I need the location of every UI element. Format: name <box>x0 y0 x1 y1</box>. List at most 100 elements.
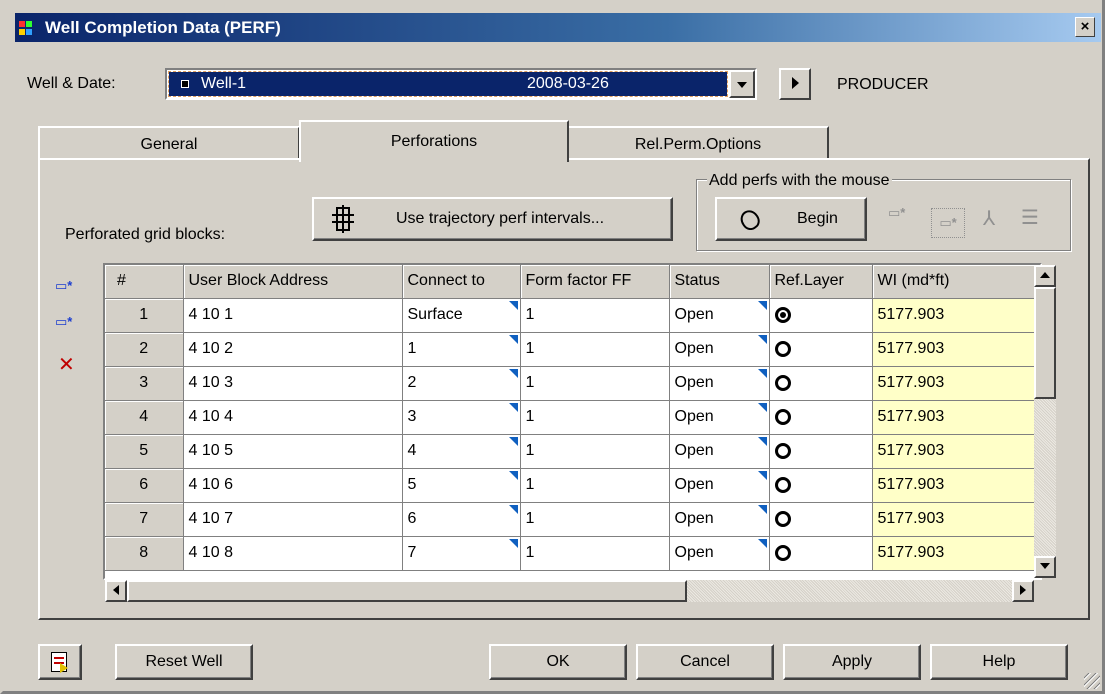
ref-layer-cell[interactable] <box>769 434 873 469</box>
dropdown-marker-icon[interactable] <box>508 470 518 480</box>
status-cell[interactable]: Open <box>669 536 770 571</box>
tab-general[interactable]: General <box>38 126 300 158</box>
add-perf-icon[interactable]: ▭* <box>55 278 72 294</box>
dropdown-marker-icon[interactable] <box>508 504 518 514</box>
table-row[interactable]: 7 4 10 7 6 1 Open 5177.903 <box>105 502 1037 537</box>
ref-layer-cell[interactable] <box>769 366 873 401</box>
col-header-wi[interactable]: WI (md*ft) <box>872 265 1037 299</box>
dropdown-marker-icon[interactable] <box>508 334 518 344</box>
table-row[interactable]: 3 4 10 3 2 1 Open 5177.903 <box>105 366 1037 401</box>
form-factor-cell[interactable]: 1 <box>520 298 670 333</box>
ref-layer-cell[interactable] <box>769 502 873 537</box>
dropdown-marker-icon[interactable] <box>757 436 767 446</box>
ref-layer-radio[interactable] <box>774 476 791 493</box>
form-factor-cell[interactable]: 1 <box>520 434 670 469</box>
dropdown-marker-icon[interactable] <box>757 368 767 378</box>
dropdown-marker-icon[interactable] <box>757 402 767 412</box>
col-header-address[interactable]: User Block Address <box>183 265 403 299</box>
close-button[interactable]: × <box>1075 17 1095 37</box>
scroll-down-button[interactable] <box>1034 556 1056 578</box>
address-cell[interactable]: 4 10 7 <box>183 502 403 537</box>
ref-layer-cell[interactable] <box>769 536 873 571</box>
dropdown-marker-icon[interactable] <box>757 470 767 480</box>
connect-cell[interactable]: 2 <box>402 366 521 401</box>
insert-perf-icon[interactable]: ▭* <box>55 314 72 330</box>
ref-layer-radio[interactable] <box>774 408 791 425</box>
ref-layer-cell[interactable] <box>769 298 873 333</box>
dropdown-marker-icon[interactable] <box>508 368 518 378</box>
table-row[interactable]: 8 4 10 8 7 1 Open 5177.903 <box>105 536 1037 571</box>
status-cell[interactable]: Open <box>669 434 770 469</box>
form-factor-cell[interactable]: 1 <box>520 366 670 401</box>
ref-layer-radio[interactable] <box>774 374 791 391</box>
ref-layer-radio[interactable] <box>774 442 791 459</box>
scroll-right-button[interactable] <box>1012 580 1034 602</box>
connect-cell[interactable]: 1 <box>402 332 521 367</box>
tab-rel-perm-options[interactable]: Rel.Perm.Options <box>567 126 829 158</box>
vertical-scrollbar[interactable] <box>1034 265 1056 578</box>
ref-layer-radio[interactable] <box>774 544 791 561</box>
next-well-button[interactable] <box>779 68 811 100</box>
table-row[interactable]: 6 4 10 6 5 1 Open 5177.903 <box>105 468 1037 503</box>
status-cell[interactable]: Open <box>669 502 770 537</box>
connect-cell[interactable]: Surface <box>402 298 521 333</box>
reset-well-button[interactable]: Reset Well <box>115 644 253 680</box>
ref-layer-cell[interactable] <box>769 400 873 435</box>
form-factor-cell[interactable]: 1 <box>520 400 670 435</box>
address-cell[interactable]: 4 10 1 <box>183 298 403 333</box>
dropdown-marker-icon[interactable] <box>508 436 518 446</box>
address-cell[interactable]: 4 10 8 <box>183 536 403 571</box>
connect-cell[interactable]: 3 <box>402 400 521 435</box>
address-cell[interactable]: 4 10 3 <box>183 366 403 401</box>
scroll-left-button[interactable] <box>105 580 127 602</box>
well-date-combo[interactable]: Well-1 2008-03-26 <box>165 68 757 100</box>
tab-perforations[interactable]: Perforations <box>299 120 569 162</box>
vertical-scroll-thumb[interactable] <box>1034 287 1056 399</box>
connect-cell[interactable]: 6 <box>402 502 521 537</box>
status-cell[interactable]: Open <box>669 332 770 367</box>
help-button[interactable]: Help <box>930 644 1068 680</box>
form-factor-cell[interactable]: 1 <box>520 468 670 503</box>
horizontal-scroll-thumb[interactable] <box>127 580 687 602</box>
col-header-connect[interactable]: Connect to <box>402 265 521 299</box>
table-row[interactable]: 4 4 10 4 3 1 Open 5177.903 <box>105 400 1037 435</box>
use-trajectory-button[interactable]: Use trajectory perf intervals... <box>312 197 673 241</box>
form-factor-cell[interactable]: 1 <box>520 502 670 537</box>
ok-button[interactable]: OK <box>489 644 627 680</box>
status-cell[interactable]: Open <box>669 468 770 503</box>
apply-button[interactable]: Apply <box>783 644 921 680</box>
col-header-form-factor[interactable]: Form factor FF <box>520 265 670 299</box>
status-cell[interactable]: Open <box>669 366 770 401</box>
form-factor-cell[interactable]: 1 <box>520 332 670 367</box>
col-header-ref-layer[interactable]: Ref.Layer <box>769 265 873 299</box>
report-button[interactable] <box>38 644 82 680</box>
ref-layer-radio[interactable] <box>774 306 791 323</box>
address-cell[interactable]: 4 10 5 <box>183 434 403 469</box>
dropdown-marker-icon[interactable] <box>757 504 767 514</box>
dropdown-marker-icon[interactable] <box>757 538 767 548</box>
dropdown-marker-icon[interactable] <box>508 402 518 412</box>
dropdown-marker-icon[interactable] <box>757 300 767 310</box>
horizontal-scrollbar[interactable] <box>105 580 1034 602</box>
ref-layer-cell[interactable] <box>769 332 873 367</box>
status-cell[interactable]: Open <box>669 400 770 435</box>
dropdown-marker-icon[interactable] <box>508 538 518 548</box>
resize-grip-icon[interactable] <box>1084 673 1100 689</box>
table-row[interactable]: 2 4 10 2 1 1 Open 5177.903 <box>105 332 1037 367</box>
ref-layer-cell[interactable] <box>769 468 873 503</box>
dropdown-marker-icon[interactable] <box>508 300 518 310</box>
connect-cell[interactable]: 7 <box>402 536 521 571</box>
connect-cell[interactable]: 4 <box>402 434 521 469</box>
col-header-status[interactable]: Status <box>669 265 770 299</box>
address-cell[interactable]: 4 10 4 <box>183 400 403 435</box>
dropdown-marker-icon[interactable] <box>757 334 767 344</box>
address-cell[interactable]: 4 10 6 <box>183 468 403 503</box>
table-row[interactable]: 5 4 10 5 4 1 Open 5177.903 <box>105 434 1037 469</box>
connect-cell[interactable]: 5 <box>402 468 521 503</box>
scroll-up-button[interactable] <box>1034 265 1056 287</box>
address-cell[interactable]: 4 10 2 <box>183 332 403 367</box>
ref-layer-radio[interactable] <box>774 510 791 527</box>
cancel-button[interactable]: Cancel <box>636 644 774 680</box>
status-cell[interactable]: Open <box>669 298 770 333</box>
ref-layer-radio[interactable] <box>774 340 791 357</box>
